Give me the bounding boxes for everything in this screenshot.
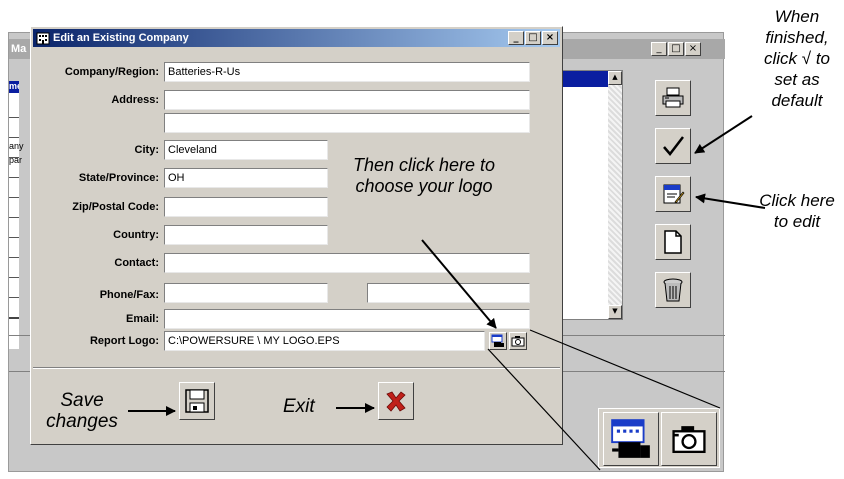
- annotation-arrows: [128, 115, 766, 471]
